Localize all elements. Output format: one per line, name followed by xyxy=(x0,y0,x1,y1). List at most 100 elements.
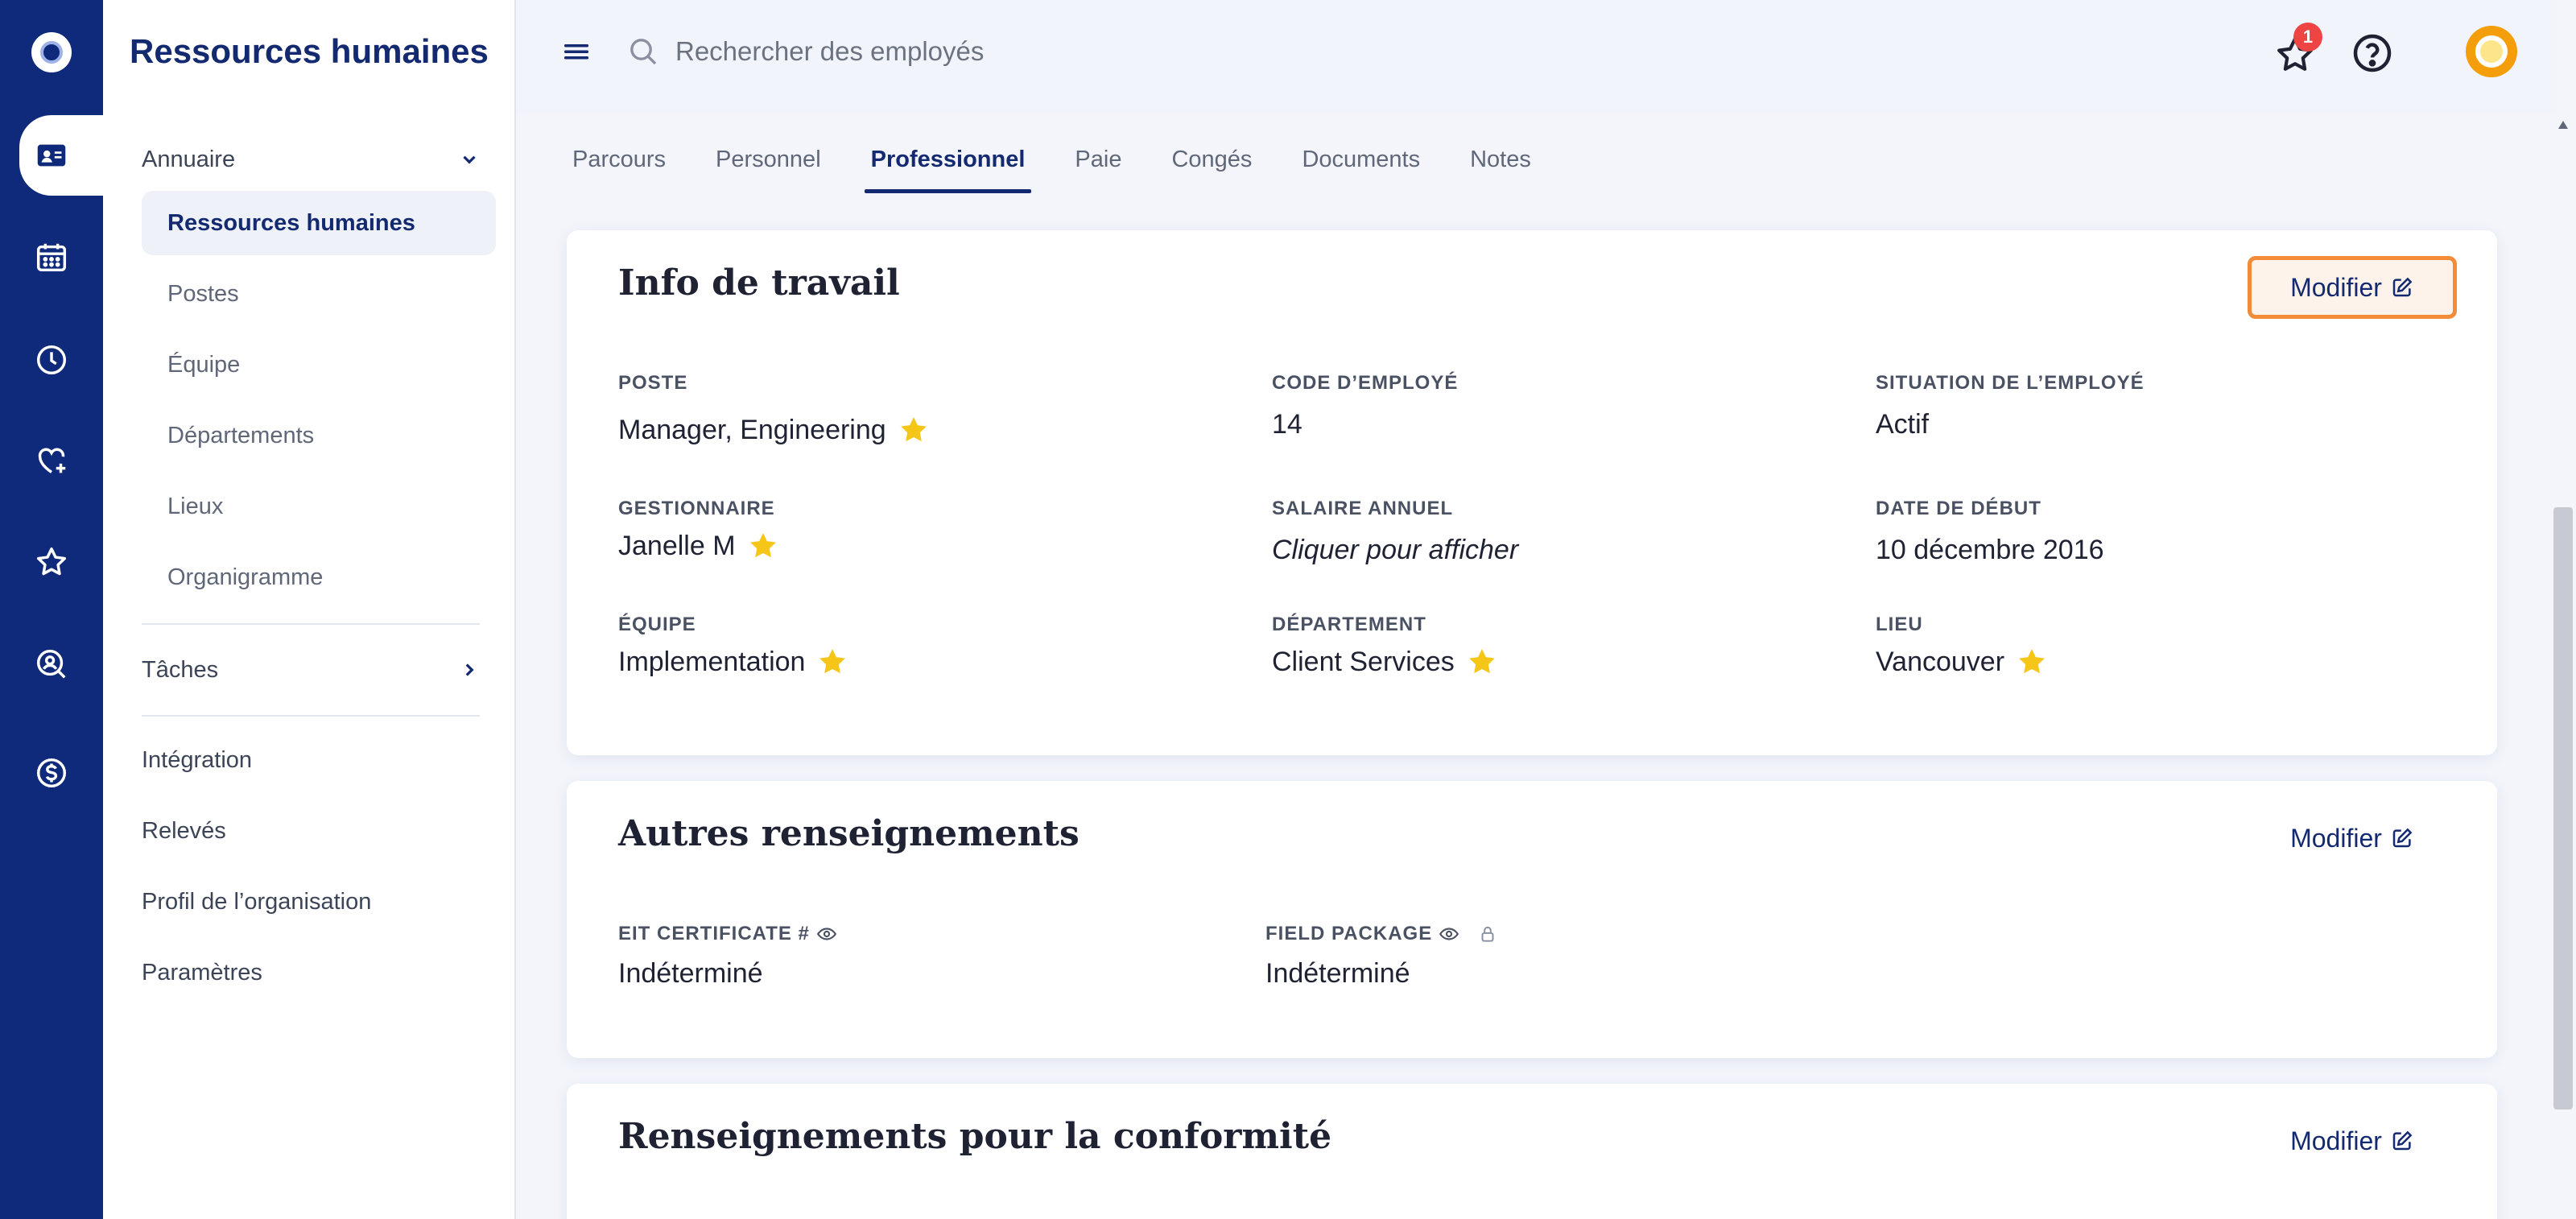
compliance-edit-button[interactable]: Modifier xyxy=(2248,1109,2457,1172)
team-text: Implementation xyxy=(618,646,806,677)
rail-performance-button[interactable] xyxy=(0,522,103,602)
sidebar-title: Ressources humaines xyxy=(130,32,489,70)
notification-badge: 1 xyxy=(2293,23,2322,52)
sidebar-item-org-chart[interactable]: Organigramme xyxy=(142,545,496,610)
sidebar-item-positions[interactable]: Postes xyxy=(142,262,496,326)
card-title: Info de travail xyxy=(618,262,900,304)
sidebar-divider xyxy=(142,623,480,625)
employee-status-label: SITUATION DE L’EMPLOYÉ xyxy=(1876,372,2145,394)
compliance-card: Renseignements pour la conformité Modifi… xyxy=(567,1084,2497,1219)
start-date-value: 10 décembre 2016 xyxy=(1876,535,2104,565)
top-bar: 1 xyxy=(518,0,2557,113)
dollar-coin-icon xyxy=(36,758,67,788)
heart-plus-icon xyxy=(38,448,66,473)
chevron-down-icon xyxy=(463,155,476,164)
work-info-card: Info de travail Modifier POSTE Manager, … xyxy=(567,230,2497,755)
department-text: Client Services xyxy=(1272,646,1455,677)
clock-icon xyxy=(36,345,67,375)
reveal-salary-link[interactable]: Cliquer pour afficher xyxy=(1272,535,1518,566)
help-icon[interactable] xyxy=(2350,31,2395,76)
sidebar-section-label: Annuaire xyxy=(142,146,236,172)
edit-button-label: Modifier xyxy=(2290,272,2382,302)
rail-recruiting-button[interactable] xyxy=(0,624,103,705)
work-info-edit-button[interactable]: Modifier xyxy=(2248,256,2457,319)
rail-payroll-button[interactable] xyxy=(0,733,103,813)
sidebar-section-tasks[interactable]: Tâches xyxy=(142,651,480,689)
location-text: Vancouver xyxy=(1876,646,2005,677)
sidebar-item-human-resources[interactable]: Ressources humaines xyxy=(142,191,496,255)
star-icon xyxy=(1468,649,1495,674)
location-label: LIEU xyxy=(1876,614,1923,635)
sidebar-section-label: Tâches xyxy=(142,656,219,683)
sidebar-item-org-profile[interactable]: Profil de l’organisation xyxy=(142,889,371,915)
star-icon xyxy=(819,649,846,674)
chevron-right-icon xyxy=(465,663,474,676)
star-outline-icon xyxy=(36,547,67,576)
scroll-up-arrow-icon[interactable] xyxy=(2557,119,2570,130)
hamburger-menu-icon[interactable] xyxy=(563,39,592,64)
tab-documents[interactable]: Documents xyxy=(1302,142,1420,193)
search-icon xyxy=(630,39,657,65)
edit-pencil-icon xyxy=(2392,277,2413,297)
employee-code-label: CODE D’EMPLOYÉ xyxy=(1272,372,1459,394)
id-card-icon xyxy=(37,144,66,167)
profile-tabs: Parcours Personnel Professionnel Paie Co… xyxy=(572,142,1581,193)
manager-label: GESTIONNAIRE xyxy=(618,498,775,519)
team-value: Implementation xyxy=(618,646,848,678)
eit-certificate-label-text: EIT CERTIFICATE # xyxy=(618,923,810,944)
field-package-label: FIELD PACKAGE xyxy=(1265,923,1498,945)
edit-pencil-icon xyxy=(2392,828,2413,848)
other-info-card: Autres renseignements Modifier EIT CERTI… xyxy=(567,781,2497,1058)
sidebar: Ressources humaines Annuaire Ressources … xyxy=(103,0,516,1219)
app-nav-rail xyxy=(0,0,103,1219)
card-title: Renseignements pour la conformité xyxy=(618,1116,1332,1157)
tab-pay[interactable]: Paie xyxy=(1075,142,1121,193)
rail-calendar-button[interactable] xyxy=(0,217,103,298)
sidebar-item-reports[interactable]: Relevés xyxy=(142,818,226,845)
field-package-label-text: FIELD PACKAGE xyxy=(1265,923,1433,944)
sidebar-item-team[interactable]: Équipe xyxy=(142,333,496,397)
annual-salary-label: SALAIRE ANNUEL xyxy=(1272,498,1454,519)
tab-notes[interactable]: Notes xyxy=(1470,142,1531,193)
sidebar-divider xyxy=(142,715,480,717)
start-date-label: DATE DE DÉBUT xyxy=(1876,498,2041,519)
star-icon xyxy=(749,533,776,558)
user-avatar[interactable] xyxy=(2466,26,2517,77)
tab-personal[interactable]: Personnel xyxy=(716,142,821,193)
edit-button-label: Modifier xyxy=(2290,1126,2382,1155)
team-label: ÉQUIPE xyxy=(618,614,696,635)
tab-journey[interactable]: Parcours xyxy=(572,142,666,193)
rail-benefits-button[interactable] xyxy=(0,420,103,501)
position-value: Manager, Engineering xyxy=(618,414,930,446)
department-label: DÉPARTEMENT xyxy=(1272,614,1426,635)
sidebar-item-departments[interactable]: Départements xyxy=(142,403,496,468)
star-icon xyxy=(900,417,927,442)
sidebar-item-locations[interactable]: Lieux xyxy=(142,474,496,539)
rail-people-button[interactable] xyxy=(19,115,103,196)
eye-icon xyxy=(1439,928,1459,940)
department-value: Client Services xyxy=(1272,646,1498,678)
card-title: Autres renseignements xyxy=(618,813,1080,854)
field-package-value: Indéterminé xyxy=(1265,958,1410,989)
employee-search-input[interactable] xyxy=(675,29,1319,74)
position-label: POSTE xyxy=(618,372,688,394)
person-search-icon xyxy=(36,649,66,679)
sidebar-section-directory[interactable]: Annuaire xyxy=(142,140,480,179)
sidebar-item-onboarding[interactable]: Intégration xyxy=(142,747,252,774)
location-value: Vancouver xyxy=(1876,646,2048,678)
calendar-icon xyxy=(36,243,67,272)
eit-certificate-label: EIT CERTIFICATE # xyxy=(618,923,837,945)
app-logo[interactable] xyxy=(31,32,72,72)
sidebar-item-settings[interactable]: Paramètres xyxy=(142,960,262,986)
edit-pencil-icon xyxy=(2392,1130,2413,1151)
employee-code-value: 14 xyxy=(1272,409,1302,440)
rail-time-button[interactable] xyxy=(0,320,103,400)
employee-status-value: Actif xyxy=(1876,409,1930,440)
edit-button-label: Modifier xyxy=(2290,823,2382,853)
other-info-edit-button[interactable]: Modifier xyxy=(2248,807,2457,870)
tab-time-off[interactable]: Congés xyxy=(1171,142,1252,193)
manager-text: Janelle M xyxy=(618,530,736,561)
tab-professional[interactable]: Professionnel xyxy=(864,142,1032,193)
lock-icon xyxy=(1481,926,1494,942)
scrollbar-thumb[interactable] xyxy=(2553,507,2573,1109)
